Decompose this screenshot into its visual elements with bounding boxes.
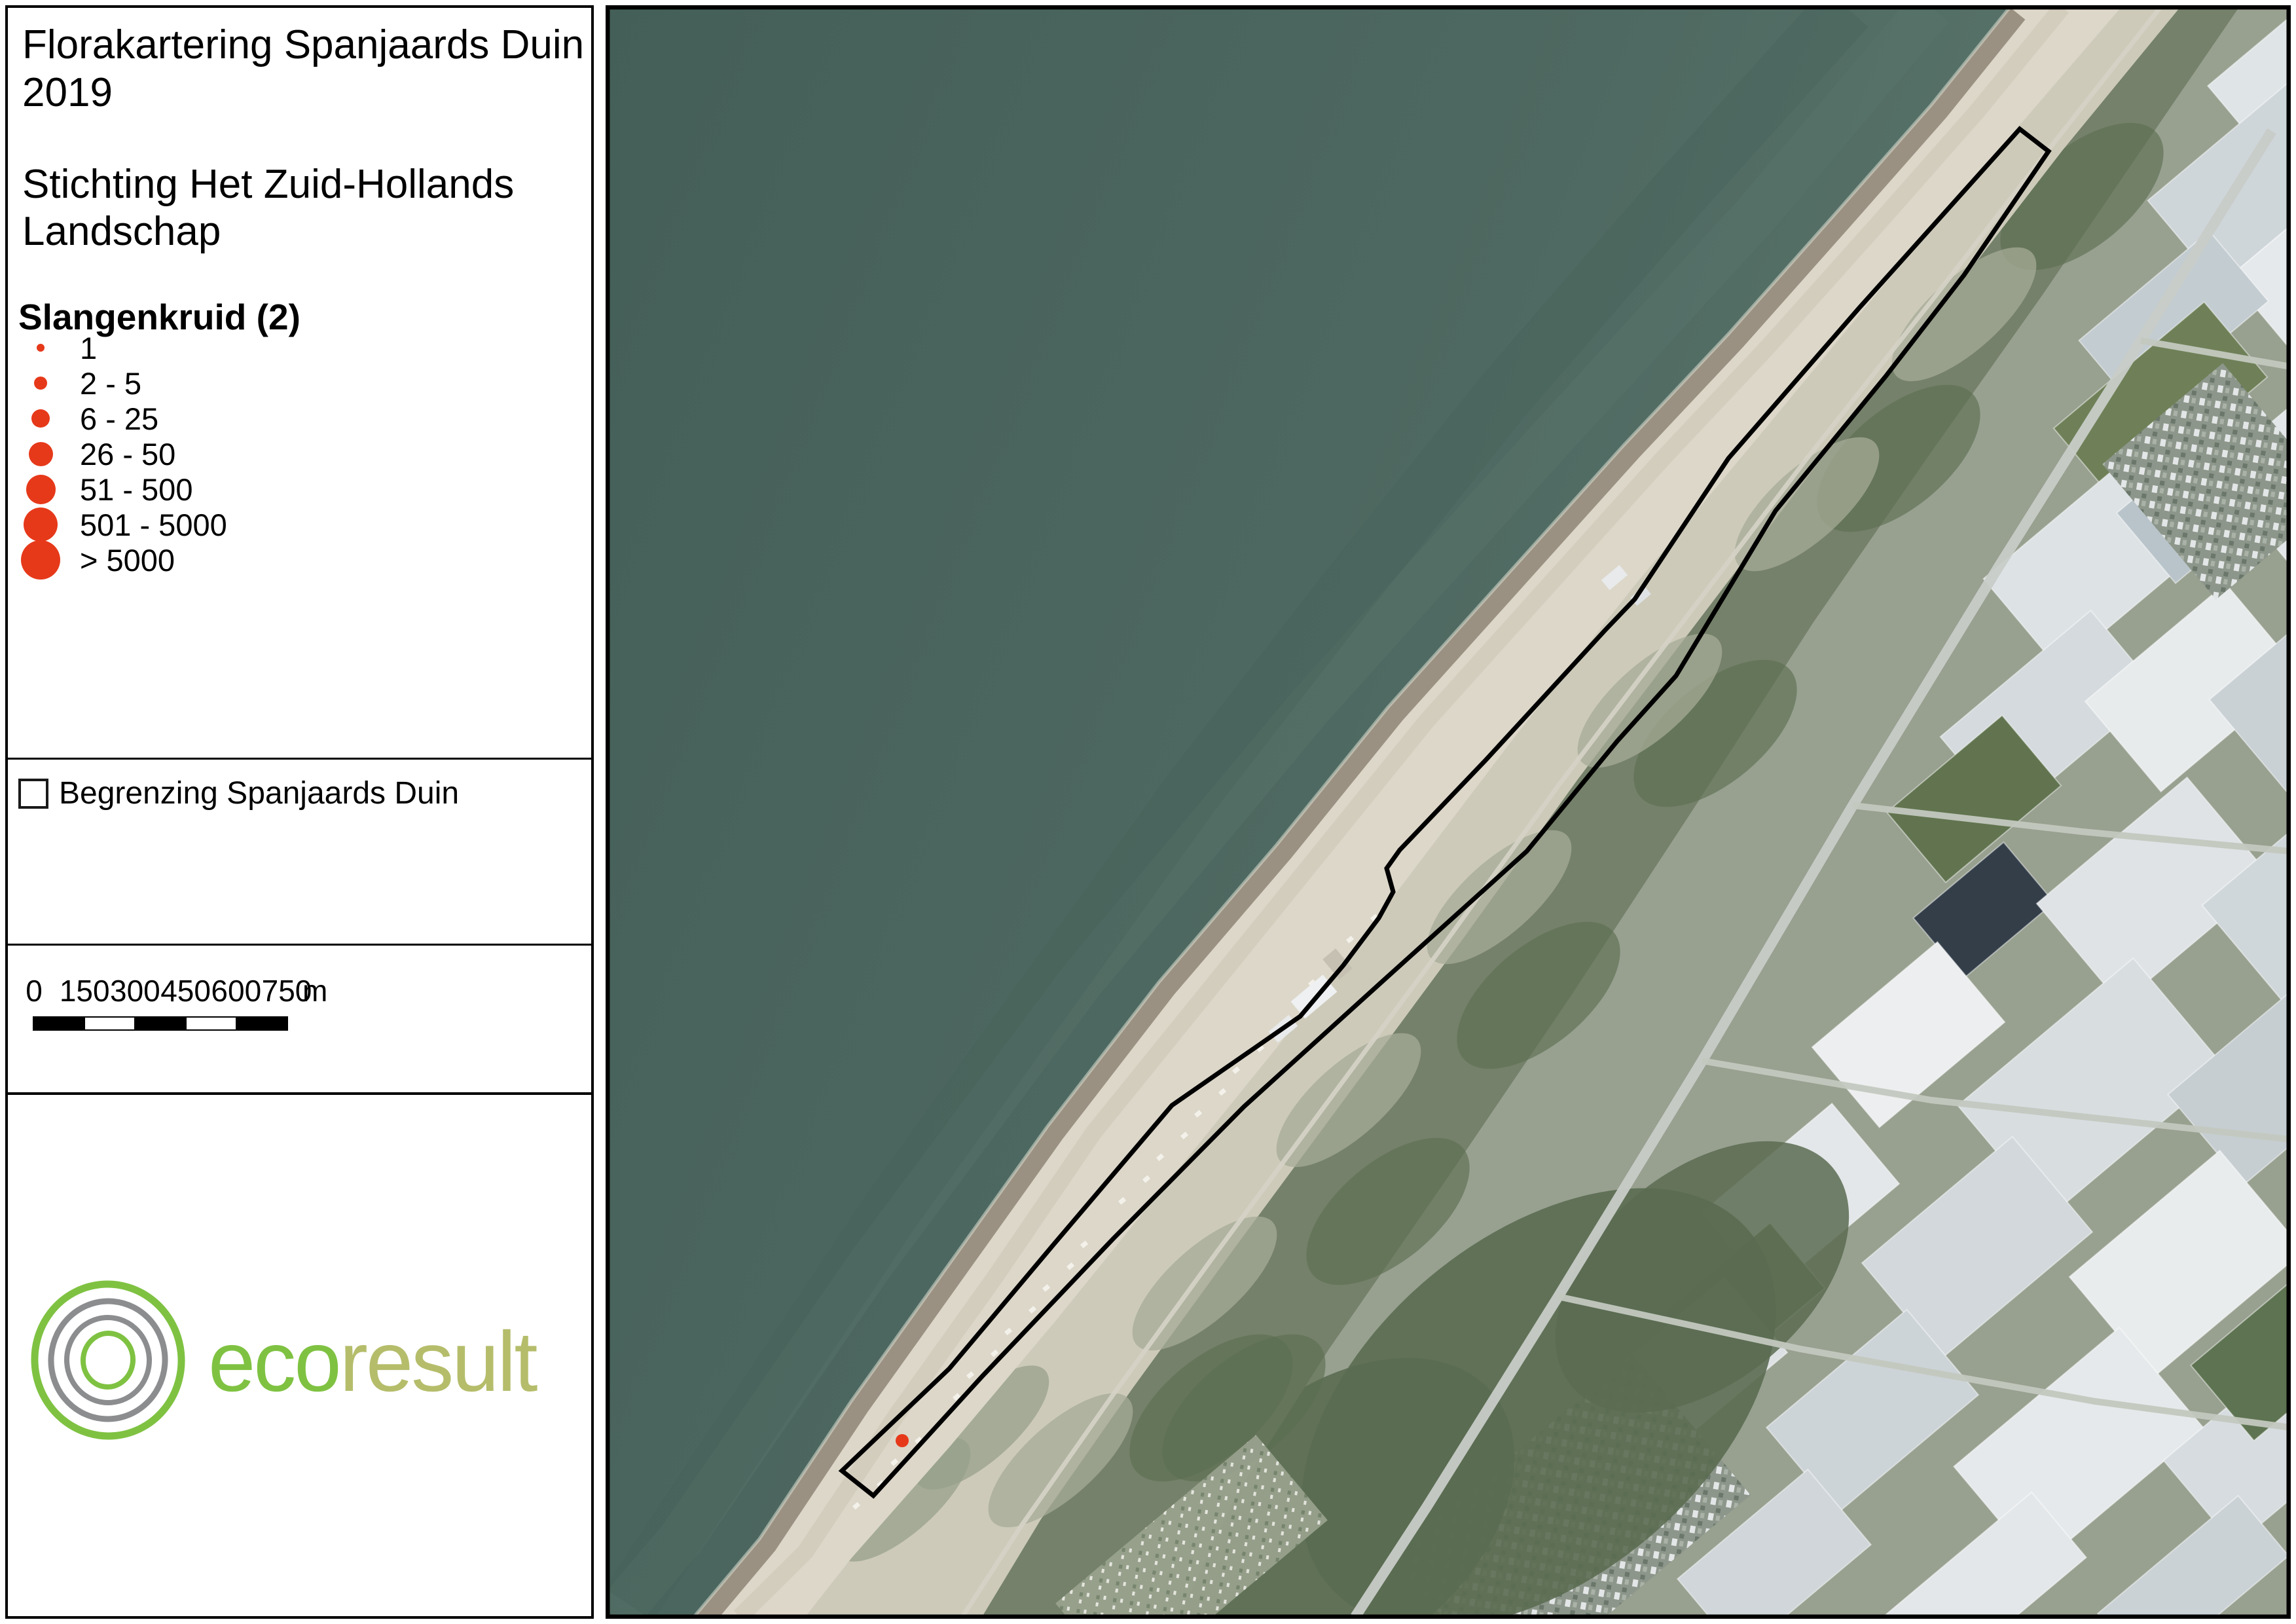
boundary-symbol-icon [18,779,48,809]
map-frame [606,5,2291,1619]
legend-dot-cell [12,344,69,352]
legend-dot-cell [12,475,69,504]
legend-dot-cell [12,540,69,580]
scalebar-segment [84,1018,136,1029]
scalebar [33,1016,288,1031]
boundary-label: Begrenzing Spanjaards Duin [59,775,459,811]
scalebar-tick-label: 0 [26,973,43,1008]
observation-dot-icon [34,377,47,390]
scalebar-tick-label: 600 [211,973,261,1008]
panel-divider-3 [8,1092,591,1095]
legend-dot-cell [12,377,69,390]
map-title-line1: Florakartering Spanjaards Duin [22,21,584,69]
panel-divider-2 [8,944,591,946]
scalebar-segment [237,1018,287,1029]
legend-class-label: 2 - 5 [80,365,141,401]
ecoresult-logo-rings-icon [21,1273,195,1447]
map-canvas [606,5,2291,1619]
observation-dot-icon [37,344,45,352]
legend-class-label: 6 - 25 [80,401,158,437]
legend-class-label: 1 [80,330,97,366]
legend-class-row: 51 - 500 [12,471,470,507]
legend-class-label: 51 - 500 [80,471,192,507]
legend-dot-cell [12,442,69,466]
observation-dot-icon [31,409,50,428]
legend-dot-cell [12,507,69,542]
legend-class-label: > 5000 [80,542,175,578]
legend-class-row: 26 - 50 [12,436,470,471]
legend-class-label: 26 - 50 [80,436,175,472]
observation-dot-icon [21,540,60,580]
legend-class-row: 1 [12,330,470,365]
logo-word-result: result [340,1314,536,1409]
scalebar-tick-label: 450 [160,973,211,1008]
ecoresult-logo-wordmark: ecoresult [208,1312,536,1411]
info-panel: Florakartering Spanjaards Duin 2019 Stic… [5,5,594,1619]
logo-ring-icon [81,1331,136,1389]
legend-class-label: 501 - 5000 [80,507,227,543]
species-legend-list: 12 - 56 - 2526 - 5051 - 500501 - 5000> 5… [12,330,470,578]
scalebar-tick-label: 150 [60,973,110,1008]
scalebar-segment [34,1018,84,1029]
scalebar-tick-label: 300 [110,973,160,1008]
legend-class-row: > 5000 [12,542,470,578]
organization-name: Stichting Het Zuid-Hollands Landschap [22,161,514,255]
boundary-legend: Begrenzing Spanjaards Duin [18,775,459,811]
observation-dot-icon [26,475,56,504]
map-title-line2: 2019 [22,69,584,117]
observation-dot-icon [29,442,53,466]
logo-ring-icon [64,1315,153,1405]
map-sheet: Florakartering Spanjaards Duin 2019 Stic… [0,0,2296,1624]
map-title: Florakartering Spanjaards Duin 2019 [22,21,584,117]
logo-word-eco: eco [208,1314,340,1409]
legend-class-row: 2 - 5 [12,365,470,401]
organization-line2: Landschap [22,208,514,255]
scalebar-unit-label: m [302,973,327,1008]
legend-class-row: 6 - 25 [12,401,470,436]
legend-class-row: 501 - 5000 [12,507,470,542]
observation-dot-icon [24,507,58,542]
scalebar-segment [185,1018,238,1029]
scalebar-ticks: 0150300450600750m [8,973,414,1007]
scalebar-segment [136,1018,185,1029]
legend-dot-cell [12,409,69,428]
observation-marker [896,1434,909,1447]
panel-divider-1 [8,758,591,760]
organization-line1: Stichting Het Zuid-Hollands [22,161,514,208]
